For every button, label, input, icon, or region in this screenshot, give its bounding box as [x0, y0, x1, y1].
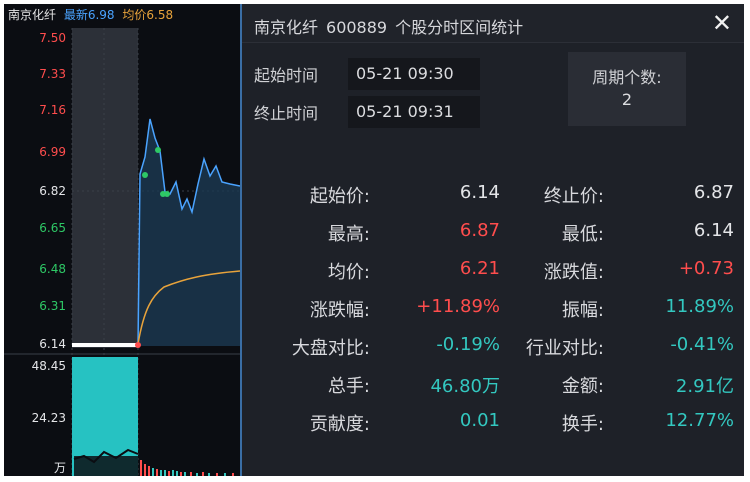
stat-value: 6.21	[459, 258, 500, 279]
stat-row: 均价: 6.21 涨跌值: +0.73	[242, 258, 744, 284]
price-tick: 7.50	[39, 31, 66, 45]
volume-bar	[232, 473, 234, 476]
stat-value: 6.87	[693, 182, 734, 203]
volume-bar	[190, 472, 192, 476]
volume-bar	[164, 470, 166, 476]
chart-canvas[interactable]: 7.50 7.33 7.16 6.99 6.82 6.65 6.48 6.31 …	[4, 4, 240, 476]
stat-value: 0.01	[459, 410, 500, 431]
stat-key: 最低:	[561, 224, 604, 245]
price-tick: 6.48	[39, 262, 66, 276]
close-icon[interactable]: ✕	[712, 10, 732, 36]
stat-key: 行业对比:	[525, 338, 604, 359]
stat-value: 11.89%	[665, 296, 734, 317]
stat-value: -0.19%	[436, 334, 500, 355]
stat-row: 大盘对比: -0.19% 行业对比: -0.41%	[242, 334, 744, 360]
volume-tick: 48.45	[32, 359, 66, 373]
volume-bar	[224, 473, 226, 476]
trade-marker	[155, 147, 161, 153]
price-tick: 6.65	[39, 221, 66, 235]
stat-key: 均价:	[327, 262, 370, 283]
volume-bar	[216, 473, 218, 476]
volume-bar	[144, 464, 146, 476]
stat-value: 6.87	[459, 220, 500, 241]
volume-bar	[208, 473, 210, 476]
stat-value: +11.89%	[416, 296, 500, 317]
price-tick: 7.33	[39, 67, 66, 81]
stat-key: 涨跌值:	[543, 262, 604, 283]
stat-value: 6.14	[693, 220, 734, 241]
price-tick: 6.99	[39, 145, 66, 159]
stat-key: 金额:	[561, 376, 604, 397]
price-tick: 6.82	[39, 184, 66, 198]
start-time-label: 起始时间	[254, 66, 319, 85]
volume-bar	[172, 470, 174, 476]
stat-value: -0.41%	[670, 334, 734, 355]
end-time-field[interactable]: 05-21 09:31	[348, 96, 480, 128]
title-stock-code: 600889	[326, 18, 388, 37]
volume-unit: 万	[54, 461, 66, 475]
volume-bar	[196, 473, 198, 476]
stock-window: 南京化纤 最新6.98 均价6.58 7.50 7.33 7.16 6.99 6…	[4, 4, 744, 476]
stat-row: 最高: 6.87 最低: 6.14	[242, 220, 744, 246]
trade-marker	[164, 191, 170, 197]
stat-key: 涨跌幅:	[309, 300, 370, 321]
stat-value: 6.14	[459, 182, 500, 203]
volume-bar	[74, 456, 138, 476]
stat-key: 终止价:	[543, 186, 604, 207]
start-time-field[interactable]: 05-21 09:30	[348, 58, 480, 90]
volume-bar	[148, 466, 150, 476]
price-tick: 6.31	[39, 299, 66, 313]
title-label: 个股分时区间统计	[395, 18, 524, 37]
panel-title: 南京化纤 600889 个股分时区间统计	[254, 14, 523, 38]
volume-bar	[176, 471, 178, 476]
price-tick: 7.16	[39, 103, 66, 117]
stat-row: 涨跌幅: +11.89% 振幅: 11.89%	[242, 296, 744, 322]
volume-bar	[202, 472, 204, 476]
stat-key: 起始价:	[309, 186, 370, 207]
stat-value: +0.73	[678, 258, 734, 279]
volume-bar	[160, 470, 162, 476]
stat-key: 大盘对比:	[291, 338, 370, 359]
interval-stats-panel: 南京化纤 600889 个股分时区间统计 ✕ 起始时间 05-21 09:30 终止…	[242, 4, 744, 476]
panel-header: 南京化纤 600889 个股分时区间统计 ✕	[242, 4, 744, 43]
volume-bar	[152, 468, 154, 476]
price-area	[138, 119, 240, 346]
volume-bar	[156, 469, 158, 476]
stat-key: 振幅:	[561, 300, 604, 321]
intraday-chart[interactable]: 南京化纤 最新6.98 均价6.58 7.50 7.33 7.16 6.99 6…	[4, 4, 240, 476]
stat-key: 换手:	[561, 414, 604, 435]
volume-tick: 24.23	[32, 411, 66, 425]
stat-value: 12.77%	[665, 410, 734, 431]
volume-bar	[140, 460, 142, 476]
title-stock-name: 南京化纤	[254, 18, 319, 37]
price-tick: 6.14	[39, 337, 66, 351]
stat-key: 最高:	[327, 224, 370, 245]
stat-value: 2.91亿	[675, 376, 734, 397]
volume-bar	[168, 471, 170, 476]
volume-bar	[184, 472, 186, 476]
period-count-label: 周期个数:	[592, 68, 662, 87]
stat-row: 贡献度: 0.01 换手: 12.77%	[242, 410, 744, 436]
period-count-value: 2	[621, 90, 633, 109]
start-marker	[135, 342, 141, 348]
stat-key: 贡献度:	[309, 414, 370, 435]
selection-shade	[72, 28, 138, 348]
period-count-box: 周期个数: 2	[568, 52, 686, 126]
stat-row: 总手: 46.80万 金额: 2.91亿	[242, 372, 744, 398]
stat-key: 总手:	[327, 376, 370, 397]
volume-bar	[180, 472, 182, 476]
end-time-label: 终止时间	[254, 104, 319, 123]
stat-row: 起始价: 6.14 终止价: 6.87	[242, 182, 744, 208]
trade-marker	[142, 172, 148, 178]
stat-value: 46.80万	[430, 376, 500, 397]
